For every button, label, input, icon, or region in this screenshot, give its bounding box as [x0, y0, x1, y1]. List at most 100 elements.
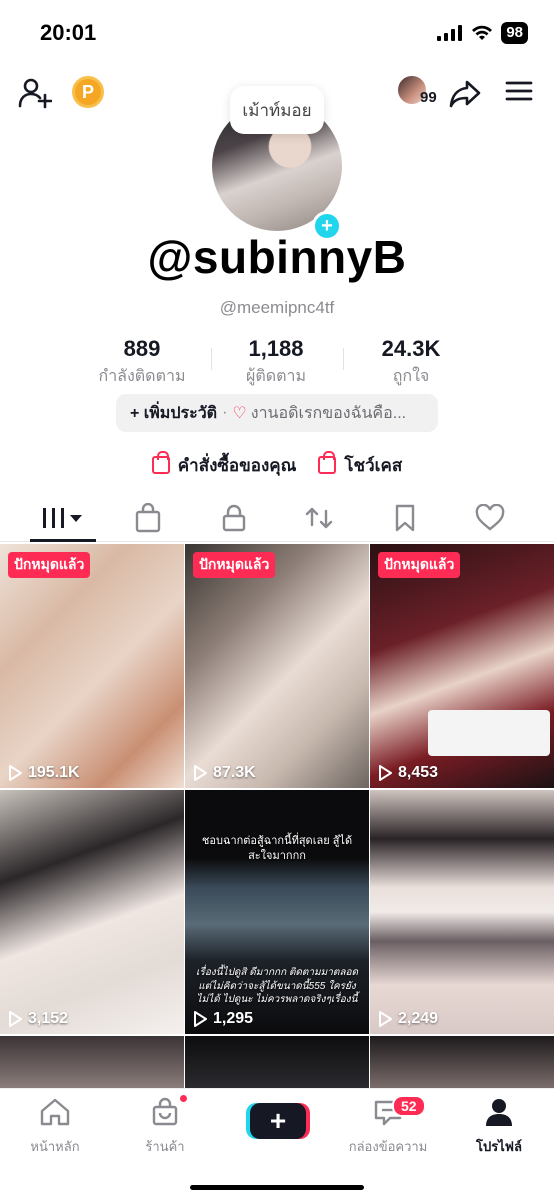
repost-icon: [305, 507, 333, 529]
view-count: 195.1K: [8, 764, 80, 782]
battery-indicator: 98: [501, 22, 528, 44]
lock-icon: [222, 504, 246, 532]
profile-links: คำสั่งซื้อของคุณ โชว์เคส: [0, 450, 554, 480]
play-icon: [194, 765, 207, 781]
nav-inbox[interactable]: กล่องข้อความ: [333, 1097, 443, 1157]
stat-label: กำลังติดตาม: [98, 368, 186, 385]
bottom-navigation: หน้าหลัก ร้านค้า + กล่องข้อความ 52 โปรไฟ…: [0, 1088, 554, 1200]
view-count: 8,453: [378, 764, 438, 782]
create-button[interactable]: +: [250, 1103, 306, 1139]
shopping-bag-icon: [318, 451, 337, 474]
view-count-text: 3,152: [28, 1010, 69, 1027]
logo-overlay: [428, 710, 550, 756]
video-thumbnail[interactable]: ปักหมุดแล้ว 87.3K: [185, 544, 369, 788]
tab-videos[interactable]: [17, 496, 109, 540]
home-indicator: [190, 1185, 364, 1190]
tab-liked[interactable]: [444, 496, 536, 540]
stat-value: 889: [123, 336, 161, 361]
play-icon: [379, 765, 392, 781]
hobby-text[interactable]: งานอดิเรกของฉันคือ...: [251, 401, 406, 426]
note-bubble[interactable]: เม้าท์มอย: [230, 86, 324, 134]
showcase-link[interactable]: โชว์เคส: [318, 450, 402, 480]
viewers-button[interactable]: 99: [396, 74, 437, 106]
pinned-badge: ปักหมุดแล้ว: [193, 552, 276, 578]
play-icon: [9, 1011, 22, 1027]
play-icon: [194, 1011, 207, 1027]
video-thumbnail[interactable]: ปักหมุดแล้ว 195.1K: [0, 544, 184, 788]
home-icon: [40, 1098, 70, 1126]
view-count-text: 87.3K: [213, 764, 256, 781]
add-bio-label[interactable]: + เพิ่มประวัติ: [130, 401, 217, 426]
video-thumbnail[interactable]: [185, 1036, 369, 1088]
wifi-icon: [472, 25, 493, 40]
profile-stats: 889 กำลังติดตาม 1,188 ผู้ติดตาม 24.3K ถู…: [0, 336, 554, 386]
viewer-count: 99: [420, 88, 437, 106]
shop-bag-icon: [152, 1097, 178, 1126]
tab-private[interactable]: [188, 496, 280, 540]
view-count: 87.3K: [193, 764, 256, 782]
video-thumbnail[interactable]: [370, 1036, 554, 1088]
signal-icon: [437, 25, 463, 41]
stat-followers[interactable]: 1,188 ผู้ติดตาม: [206, 336, 346, 389]
video-thumbnail[interactable]: 2,249: [370, 790, 554, 1034]
video-thumbnail[interactable]: 3,152: [0, 790, 184, 1034]
view-count: 3,152: [8, 1010, 68, 1028]
nav-home-label: หน้าหลัก: [30, 1139, 80, 1154]
heart-icon: ♡: [232, 405, 247, 422]
heart-outline-icon: [475, 504, 505, 531]
bookmark-icon: [395, 504, 415, 532]
tab-repost[interactable]: [273, 496, 365, 540]
shopping-bag-icon: [151, 451, 170, 474]
view-count-text: 2,249: [398, 1010, 439, 1027]
stat-value: 24.3K: [381, 336, 441, 361]
showcase-label: โชว์เคส: [344, 455, 403, 475]
shop-notification-dot: [178, 1093, 189, 1104]
orders-label: คำสั่งซื้อของคุณ: [177, 455, 297, 475]
view-count: 1,295: [193, 1010, 253, 1028]
status-bar: 20:01 98: [0, 0, 554, 64]
view-count-text: 8,453: [398, 764, 439, 781]
nav-shop[interactable]: ร้านค้า: [110, 1097, 220, 1157]
inbox-badge: 52: [392, 1095, 426, 1117]
coin-icon[interactable]: P: [72, 76, 104, 108]
shop-icon: [135, 503, 161, 533]
videos-icon: [43, 508, 82, 528]
tab-shop[interactable]: [102, 496, 194, 540]
play-icon: [9, 765, 22, 781]
handle: @meemipnc4tf: [219, 298, 335, 317]
bio-pill[interactable]: + เพิ่มประวัติ · ♡ งานอดิเรกของฉันคือ...: [116, 394, 438, 432]
video-thumbnail[interactable]: [0, 1036, 184, 1088]
share-icon[interactable]: [448, 76, 482, 110]
status-time: 20:01: [40, 20, 97, 45]
nav-profile[interactable]: โปรไฟล์: [444, 1097, 554, 1157]
video-caption-top: ชอบฉากต่อสู้ฉากนี้ที่สุดเลย สู้ได้สะใจมา…: [201, 835, 353, 862]
pinned-badge: ปักหมุดแล้ว: [378, 552, 461, 578]
bio-separator: ·: [222, 404, 228, 421]
profile-icon: [486, 1099, 512, 1126]
add-friend-icon[interactable]: [18, 76, 52, 110]
menu-icon[interactable]: [504, 76, 534, 106]
profile-avatar-area[interactable]: +: [212, 101, 342, 271]
view-count-text: 195.1K: [28, 764, 80, 781]
status-icons: 98: [437, 22, 528, 44]
play-icon: [379, 1011, 392, 1027]
video-thumbnail[interactable]: ชอบฉากต่อสู้ฉากนี้ที่สุดเลย สู้ได้สะใจมา…: [185, 790, 369, 1034]
nav-shop-label: ร้านค้า: [145, 1139, 185, 1154]
username: @subinnyB: [147, 231, 407, 283]
nav-inbox-label: กล่องข้อความ: [348, 1139, 428, 1154]
stat-label: ผู้ติดตาม: [245, 368, 307, 385]
stat-value: 1,188: [248, 336, 304, 361]
nav-profile-label: โปรไฟล์: [476, 1139, 522, 1154]
tab-favorites[interactable]: [359, 496, 451, 540]
nav-home[interactable]: หน้าหลัก: [0, 1097, 110, 1157]
active-tab-indicator: [30, 539, 96, 542]
video-thumbnail[interactable]: ปักหมุดแล้ว 8,453: [370, 544, 554, 788]
stat-following[interactable]: 889 กำลังติดตาม: [72, 336, 212, 389]
video-caption: เรื่องนี้ไปดูสิ ดีมากกก ติดตามมาตลอด แต่…: [196, 967, 358, 1005]
pinned-badge: ปักหมุดแล้ว: [8, 552, 91, 578]
view-count: 2,249: [378, 1010, 438, 1028]
stat-likes[interactable]: 24.3K ถูกใจ: [341, 336, 481, 389]
orders-link[interactable]: คำสั่งซื้อของคุณ: [151, 450, 297, 480]
content-tabs: [0, 496, 554, 542]
stat-label: ถูกใจ: [392, 368, 430, 385]
